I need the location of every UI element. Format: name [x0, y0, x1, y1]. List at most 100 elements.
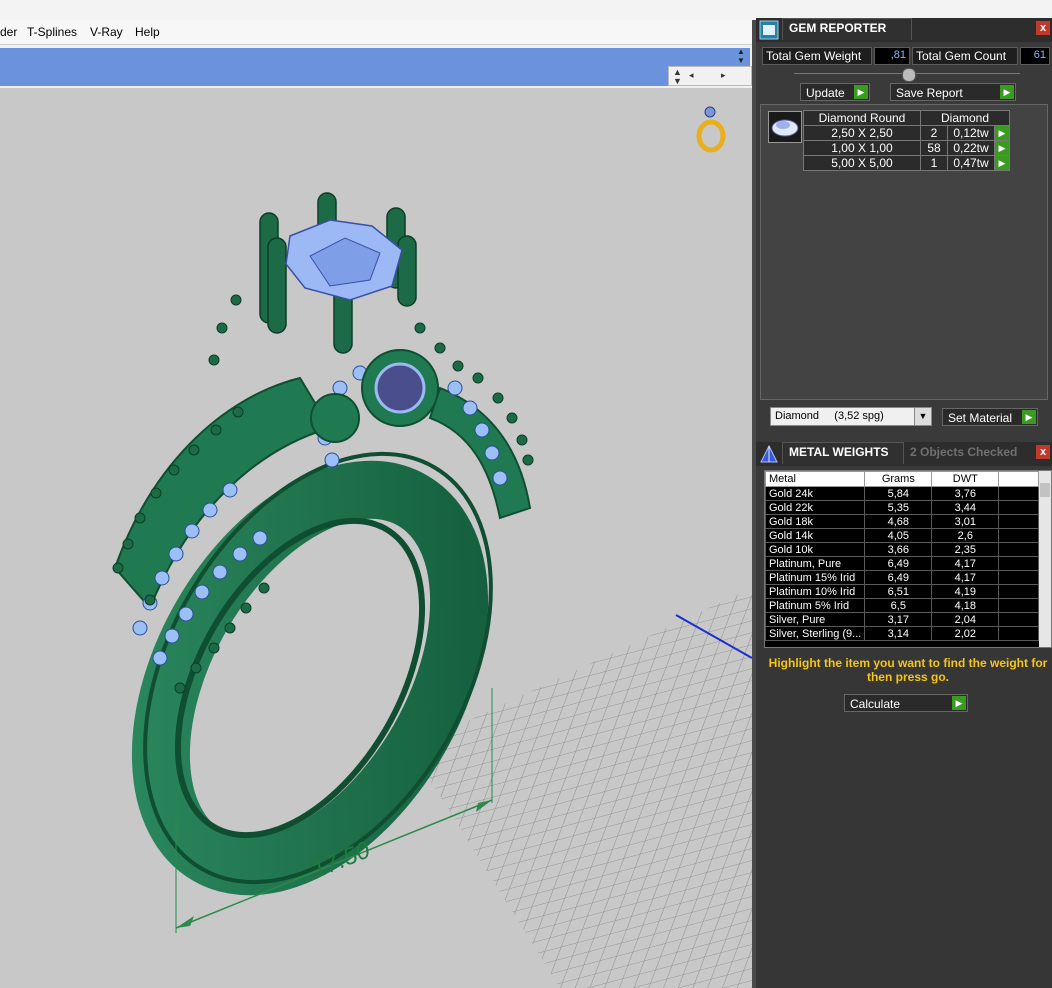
- command-scroll-controls: ▲ ▼ ◂ ▸: [668, 66, 752, 86]
- metal-dwt: 4,19: [931, 584, 1000, 599]
- metal-table: Metal Grams DWT Gold 24k 5,84 3,76 Gold 22k…: [765, 471, 1039, 641]
- metal-grams: 6,5: [864, 598, 933, 613]
- calculate-button[interactable]: Calculate ▶: [844, 694, 968, 712]
- metal-grams: 6,49: [864, 570, 933, 585]
- metal-list-scrollbar[interactable]: [1039, 471, 1051, 647]
- metal-row[interactable]: Gold 18k 4,68 3,01: [765, 514, 1039, 529]
- metal-dwt: 4,17: [931, 570, 1000, 585]
- metal-row[interactable]: Gold 22k 5,35 3,44: [765, 500, 1039, 515]
- metal-dwt: 3,01: [931, 514, 1000, 529]
- menu-item-help[interactable]: Help: [135, 25, 160, 39]
- total-gem-weight-value: ,81: [874, 47, 910, 65]
- command-history-bar[interactable]: ▲ ▼: [0, 47, 750, 66]
- save-report-button-label: Save Report: [896, 86, 963, 100]
- gem-weight: 0,47tw: [947, 155, 995, 171]
- metal-weights-title: METAL WEIGHTS: [782, 442, 904, 464]
- total-gem-weight-label: Total Gem Weight: [762, 47, 872, 65]
- close-icon[interactable]: x: [1036, 445, 1050, 459]
- metal-row[interactable]: Platinum 10% Irid 6,51 4,19: [765, 584, 1039, 599]
- chevron-down-icon[interactable]: ▼: [914, 408, 931, 425]
- metal-grams: 5,84: [864, 486, 933, 501]
- calculate-button-label: Calculate: [850, 697, 901, 711]
- scroll-left-icon[interactable]: ◂: [689, 70, 694, 81]
- close-icon[interactable]: x: [1036, 21, 1050, 35]
- metal-row-spacer: [998, 584, 1039, 599]
- material-select-value: Diamond (3,52 spg): [775, 410, 884, 422]
- metal-row-spacer: [998, 500, 1039, 515]
- metal-row[interactable]: Gold 10k 3,66 2,35: [765, 542, 1039, 557]
- gem-row[interactable]: 5,00 X 5,00 1 0,47tw ▶: [803, 155, 1010, 171]
- metal-row[interactable]: Silver, Sterling (9... 3,14 2,02: [765, 626, 1039, 641]
- gem-reporter-icon: [759, 20, 779, 40]
- gem-table: Diamond Round Diamond 2,50 X 2,50 2 0,12…: [803, 110, 1010, 171]
- gem-row[interactable]: 2,50 X 2,50 2 0,12tw ▶: [803, 125, 1010, 141]
- scroll-right-icon[interactable]: ▸: [721, 70, 726, 81]
- gem-size: 2,50 X 2,50: [803, 125, 921, 141]
- metal-grams: 3,66: [864, 542, 933, 557]
- metal-name: Gold 10k: [765, 542, 866, 557]
- metal-row[interactable]: Platinum 5% Irid 6,5 4,18: [765, 598, 1039, 613]
- metal-grams: 4,05: [864, 528, 933, 543]
- scroll-down-icon[interactable]: ▼: [673, 76, 682, 86]
- command-line[interactable]: [0, 66, 668, 86]
- metal-name: Gold 24k: [765, 486, 866, 501]
- metal-dwt: 4,18: [931, 598, 1000, 613]
- metal-row-spacer: [998, 626, 1039, 641]
- metal-row-spacer: [998, 570, 1039, 585]
- metal-dwt: 4,17: [931, 556, 1000, 571]
- view-ring-icon[interactable]: [696, 106, 726, 153]
- metal-row[interactable]: Gold 24k 5,84 3,76: [765, 486, 1039, 501]
- go-arrow-icon: ▶: [952, 696, 966, 710]
- metal-row[interactable]: Gold 14k 4,05 2,6: [765, 528, 1039, 543]
- gem-size: 1,00 X 1,00: [803, 140, 921, 156]
- metal-dwt: 2,6: [931, 528, 1000, 543]
- metal-dwt: 3,44: [931, 500, 1000, 515]
- metal-row[interactable]: Silver, Pure 3,17 2,04: [765, 612, 1039, 627]
- set-material-button[interactable]: Set Material ▶: [942, 408, 1038, 426]
- gem-table-header-shape: Diamond Round: [803, 110, 921, 126]
- col-metal[interactable]: Metal: [765, 471, 866, 487]
- metal-name: Platinum 10% Irid: [765, 584, 866, 599]
- menu-item-tsplines[interactable]: T-Splines: [27, 25, 77, 39]
- viewport-canvas: 17.50: [112, 106, 752, 988]
- metal-row-spacer: [998, 556, 1039, 571]
- menu-item-vray[interactable]: V-Ray: [90, 25, 123, 39]
- metal-row-spacer: [998, 528, 1039, 543]
- material-select[interactable]: Diamond (3,52 spg) ▼: [770, 407, 932, 426]
- select-gem-icon[interactable]: ▶: [994, 140, 1010, 156]
- slider-handle-icon[interactable]: [902, 68, 916, 82]
- metal-weights-list[interactable]: Metal Grams DWT Gold 24k 5,84 3,76 Gold 22k…: [764, 470, 1052, 648]
- metal-row-spacer: [998, 598, 1039, 613]
- metal-name: Gold 14k: [765, 528, 866, 543]
- perspective-viewport[interactable]: 17.50: [0, 88, 752, 988]
- col-spacer: [998, 471, 1039, 487]
- metal-dwt: 2,35: [931, 542, 1000, 557]
- metal-row-spacer: [998, 514, 1039, 529]
- metal-dwt: 2,02: [931, 626, 1000, 641]
- save-report-button[interactable]: Save Report ▶: [890, 83, 1016, 101]
- gem-count: 2: [920, 125, 948, 141]
- gem-reporter-title: GEM REPORTER: [782, 18, 912, 40]
- gem-weight: 0,12tw: [947, 125, 995, 141]
- gem-row[interactable]: 1,00 X 1,00 58 0,22tw ▶: [803, 140, 1010, 156]
- diamond-round-icon[interactable]: [768, 111, 802, 143]
- update-button[interactable]: Update ▶: [800, 83, 870, 101]
- metal-row[interactable]: Platinum, Pure 6,49 4,17: [765, 556, 1039, 571]
- metal-row[interactable]: Platinum 15% Irid 6,49 4,17: [765, 570, 1039, 585]
- select-gem-icon[interactable]: ▶: [994, 125, 1010, 141]
- metal-grams: 5,35: [864, 500, 933, 515]
- gem-count: 1: [920, 155, 948, 171]
- gem-size: 5,00 X 5,00: [803, 155, 921, 171]
- scrollbar-thumb[interactable]: [1040, 483, 1050, 497]
- select-gem-icon[interactable]: ▶: [994, 155, 1010, 171]
- menu-bar: der T-Splines V-Ray Help: [0, 20, 752, 45]
- metal-weights-titlebar: METAL WEIGHTS 2 Objects Checked x: [756, 442, 1052, 466]
- menu-item-render[interactable]: der: [0, 25, 17, 39]
- metal-dwt: 3,76: [931, 486, 1000, 501]
- metal-name: Platinum 15% Irid: [765, 570, 866, 585]
- gem-metal-panel: GEM REPORTER x Total Gem Weight ,81 Tota…: [756, 18, 1052, 988]
- col-grams[interactable]: Grams: [864, 471, 933, 487]
- metal-grams: 4,68: [864, 514, 933, 529]
- metal-name: Silver, Sterling (9...: [765, 626, 866, 641]
- col-dwt[interactable]: DWT: [931, 471, 1000, 487]
